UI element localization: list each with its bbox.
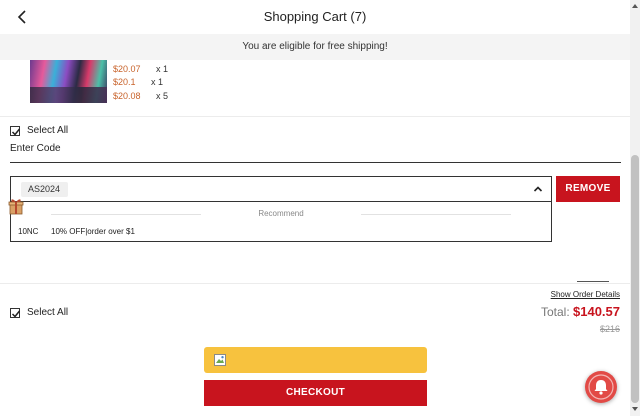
broken-image-icon xyxy=(214,354,226,366)
applied-coupon-chip: AS2024 xyxy=(21,182,69,197)
checkout-button[interactable]: CHECKOUT xyxy=(204,380,427,406)
item-price: $20.1 xyxy=(113,77,136,87)
remove-coupon-button[interactable]: REMOVE xyxy=(556,176,620,202)
product-image[interactable] xyxy=(30,60,107,103)
original-price: $216 xyxy=(599,324,620,334)
item-quantity: x 1 xyxy=(156,64,169,74)
coupon-select[interactable]: AS2024 xyxy=(10,176,552,202)
total-label: Total: xyxy=(540,305,570,319)
select-all-label: Select All xyxy=(27,307,69,318)
divider xyxy=(0,283,630,284)
chevron-up-icon[interactable] xyxy=(533,185,543,193)
select-all-label: Select All xyxy=(27,125,69,136)
divider xyxy=(0,116,630,117)
scroll-up-arrow-icon[interactable] xyxy=(631,2,639,10)
item-price: $20.08 xyxy=(113,91,141,101)
scrollbar-thumb[interactable] xyxy=(631,155,639,403)
code-input-underline xyxy=(10,162,621,163)
divider xyxy=(361,214,511,215)
header: Shopping Cart (7) xyxy=(0,0,630,34)
bell-icon xyxy=(588,374,614,400)
checkmark-icon xyxy=(11,128,21,136)
coupon-dropdown: Recommend 10NC 10% OFF|order over $1 xyxy=(10,202,552,242)
coupon-option-code: 10NC xyxy=(18,227,39,236)
divider xyxy=(577,281,609,282)
total-row: Total: $140.57 xyxy=(541,304,620,319)
show-order-details-link[interactable]: Show Order Details xyxy=(551,290,620,299)
coupon-option-description: 10% OFF|order over $1 xyxy=(51,227,135,236)
select-all-checkbox[interactable] xyxy=(10,126,21,136)
page-title: Shopping Cart (7) xyxy=(263,9,367,24)
free-shipping-banner: You are eligible for free shipping! xyxy=(0,34,630,60)
coupon-option[interactable]: 10NC 10% OFF|order over $1 xyxy=(11,224,551,240)
paypal-button[interactable] xyxy=(204,347,427,373)
total-value: $140.57 xyxy=(573,304,620,319)
gift-icon xyxy=(8,199,24,215)
select-all-checkbox[interactable] xyxy=(10,308,21,318)
scroll-down-arrow-icon[interactable] xyxy=(631,405,639,413)
notification-button[interactable] xyxy=(585,371,617,403)
item-price: $20.07 xyxy=(113,64,141,74)
item-quantity: x 5 xyxy=(156,91,169,101)
checkmark-icon xyxy=(11,310,21,318)
enter-code-label: Enter Code xyxy=(10,143,61,154)
item-quantity: x 1 xyxy=(151,77,164,87)
